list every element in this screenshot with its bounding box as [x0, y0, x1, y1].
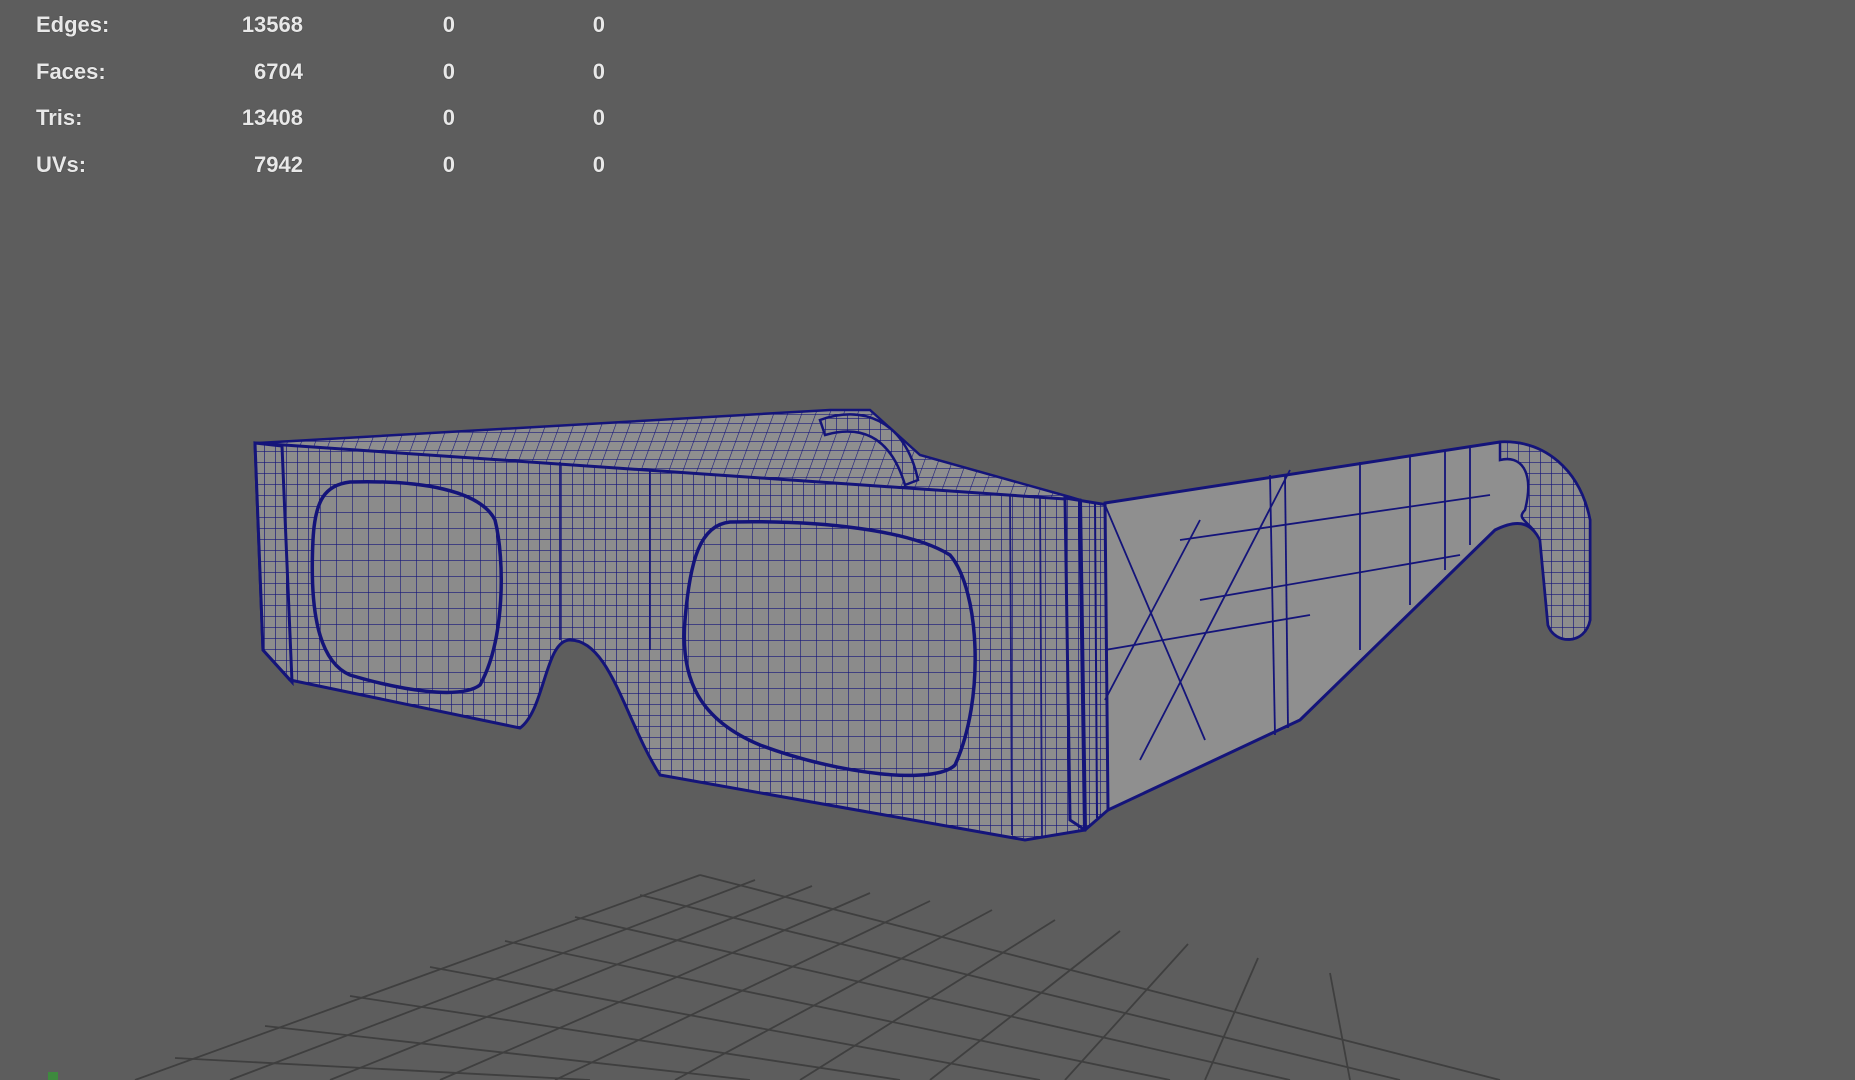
- hud-total: 13568: [241, 12, 303, 37]
- hud-label: UVs:: [36, 152, 87, 177]
- hud-label: Faces:: [36, 59, 106, 84]
- hud-selected-uv: 0: [592, 12, 605, 37]
- axis-origin-indicator: [48, 1072, 58, 1080]
- hud-label: Edges:: [36, 12, 110, 37]
- hud-selected: 0: [442, 59, 455, 84]
- maya-viewport[interactable]: Edges: 13568 0 0 Faces: 6704 0 0 Tris: 1…: [0, 0, 1855, 1080]
- hud-row-faces: Faces: 6704 0 0: [0, 57, 640, 87]
- hud-selected-uv: 0: [592, 105, 605, 130]
- poly-count-hud: Edges: 13568 0 0 Faces: 6704 0 0 Tris: 1…: [0, 0, 640, 200]
- hud-selected-uv: 0: [592, 59, 605, 84]
- ground-grid: [48, 874, 1501, 1080]
- hud-selected: 0: [442, 105, 455, 130]
- hud-label: Tris:: [36, 105, 83, 130]
- hud-total: 13408: [241, 105, 303, 130]
- hud-row-tris: Tris: 13408 0 0: [0, 103, 640, 133]
- hud-selected: 0: [442, 12, 455, 37]
- hud-total: 7942: [254, 152, 303, 177]
- hud-selected: 0: [442, 152, 455, 177]
- hud-row-uvs: UVs: 7942 0 0: [0, 150, 640, 180]
- hud-row-edges: Edges: 13568 0 0: [0, 10, 640, 40]
- 3d-glasses-wireframe-icon[interactable]: [253, 408, 1592, 842]
- hud-total: 6704: [254, 59, 303, 84]
- hud-selected-uv: 0: [592, 152, 605, 177]
